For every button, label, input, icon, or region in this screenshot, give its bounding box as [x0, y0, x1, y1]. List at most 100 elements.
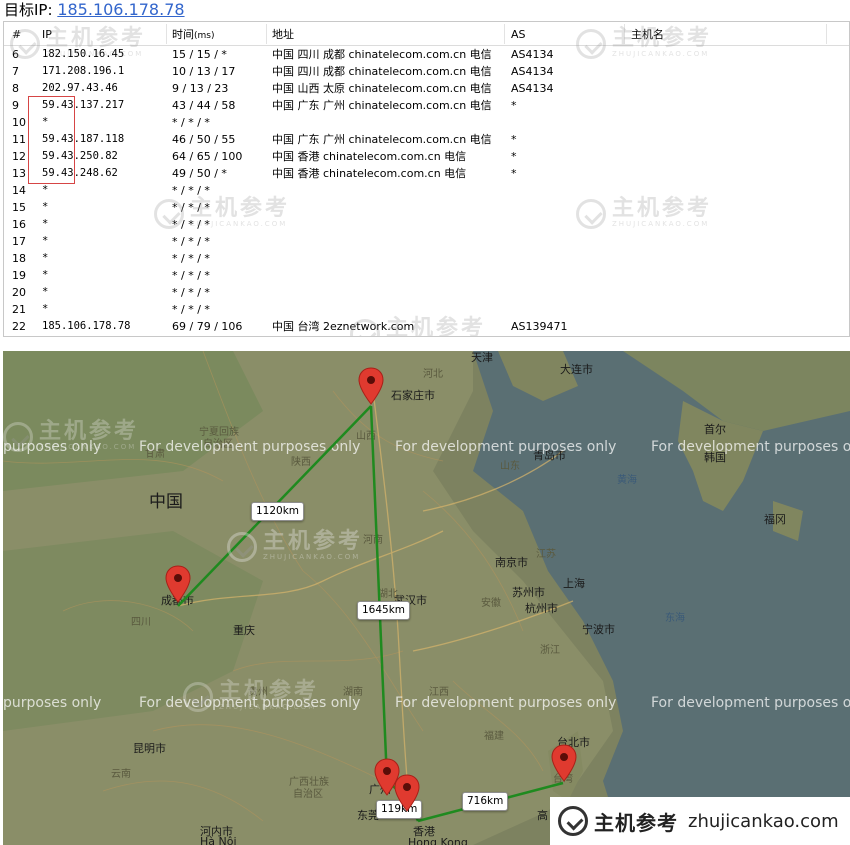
hop-ip: *: [42, 201, 49, 213]
brand-badge: 主机参考 zhujicankao.com: [550, 797, 850, 845]
table-row[interactable]: 18 * * / * / *: [4, 250, 849, 267]
table-row[interactable]: 13 59.43.248.62 49 / 50 / * 中国 香港 chinatele…: [4, 165, 849, 182]
hop-ip: 185.106.178.78: [42, 320, 131, 332]
hop-latency: * / * / *: [172, 269, 210, 282]
hop-as: AS4134: [511, 82, 554, 95]
hop-ip: 59.43.137.217: [42, 99, 125, 111]
brand-url: zhujicankao.com: [688, 810, 839, 832]
table-row[interactable]: 16 * * / * / *: [4, 216, 849, 233]
hop-ip: *: [42, 218, 49, 230]
hop-latency: 69 / 79 / 106: [172, 320, 243, 333]
hop-number: 19: [12, 269, 26, 282]
hop-ip: *: [42, 286, 49, 298]
table-row[interactable]: 7 171.208.196.1 10 / 13 / 17 中国 四川 成都 china…: [4, 63, 849, 80]
hop-number: 21: [12, 303, 26, 316]
table-row[interactable]: 11 59.43.187.118 46 / 50 / 55 中国 广东 广州 chin…: [4, 131, 849, 148]
hop-as: *: [511, 150, 517, 163]
hop-latency: * / * / *: [172, 235, 210, 248]
table-row[interactable]: 10 * * / * / *: [4, 114, 849, 131]
hop-ip: 171.208.196.1: [42, 65, 125, 77]
hop-number: 15: [12, 201, 26, 214]
hop-number: 11: [12, 133, 26, 146]
table-row[interactable]: 14 * * / * / *: [4, 182, 849, 199]
map-pin-icon[interactable]: [394, 774, 420, 812]
hop-number: 12: [12, 150, 26, 163]
hop-as: AS139471: [511, 320, 568, 333]
hop-latency: 9 / 13 / 23: [172, 82, 229, 95]
col-header-ip[interactable]: IP: [42, 27, 52, 43]
hop-ip: *: [42, 184, 49, 196]
hop-as: AS4134: [511, 65, 554, 78]
hop-latency: 10 / 13 / 17: [172, 65, 236, 78]
hop-ip: *: [42, 303, 49, 315]
col-header-num[interactable]: #: [12, 27, 21, 43]
hop-number: 20: [12, 286, 26, 299]
col-header-as[interactable]: AS: [511, 27, 526, 43]
hop-ip: *: [42, 235, 49, 247]
target-ip-label: 目标IP:: [4, 1, 53, 19]
hop-number: 13: [12, 167, 26, 180]
hop-ip: 202.97.43.46: [42, 82, 118, 94]
hop-number: 14: [12, 184, 26, 197]
hop-location: 中国 香港 chinatelecom.com.cn 电信: [272, 167, 467, 180]
hop-number: 18: [12, 252, 26, 265]
map-pin-icon[interactable]: [358, 367, 384, 405]
traceroute-table: # IP 时间(ms) 地址 AS 主机名 6 182.150.16.45 15 /…: [3, 21, 850, 337]
map-pin-icon[interactable]: [165, 565, 191, 603]
hop-location: 中国 香港 chinatelecom.com.cn 电信: [272, 150, 467, 163]
table-row[interactable]: 17 * * / * / *: [4, 233, 849, 250]
table-row[interactable]: 12 59.43.250.82 64 / 65 / 100 中国 香港 chinate…: [4, 148, 849, 165]
table-row[interactable]: 22 185.106.178.78 69 / 79 / 106 中国 台湾 2ezne…: [4, 318, 849, 335]
hop-latency: 64 / 65 / 100: [172, 150, 243, 163]
col-header-hostname[interactable]: 主机名: [631, 27, 664, 43]
hop-number: 17: [12, 235, 26, 248]
hop-latency: * / * / *: [172, 303, 210, 316]
hop-latency: * / * / *: [172, 184, 210, 197]
hop-ip: *: [42, 269, 49, 281]
hop-as: *: [511, 167, 517, 180]
hop-number: 9: [12, 99, 19, 112]
hop-latency: 15 / 15 / *: [172, 48, 227, 61]
table-row[interactable]: 20 * * / * / *: [4, 284, 849, 301]
table-row[interactable]: 8 202.97.43.46 9 / 13 / 23 中国 山西 太原 chinate…: [4, 80, 849, 97]
col-header-location[interactable]: 地址: [272, 27, 294, 43]
hop-location: 中国 广东 广州 chinatelecom.com.cn 电信: [272, 99, 492, 112]
target-ip-header: 目标IP: 185.106.178.78: [0, 0, 850, 20]
brand-logo-icon: [558, 806, 588, 836]
table-header: # IP 时间(ms) 地址 AS 主机名: [4, 22, 849, 46]
table-row[interactable]: 19 * * / * / *: [4, 267, 849, 284]
hop-latency: * / * / *: [172, 252, 210, 265]
route-map[interactable]: 天津 河北 石家庄市 大连市 首尔 韩国 宁夏回族 自治区 甘肃 陕西 山西 山…: [3, 351, 850, 845]
hop-latency: 46 / 50 / 55: [172, 133, 236, 146]
hop-ip: *: [42, 252, 49, 264]
map-pin-icon[interactable]: [551, 744, 577, 782]
hop-latency: 49 / 50 / *: [172, 167, 227, 180]
hop-latency: * / * / *: [172, 116, 210, 129]
hop-location: 中国 广东 广州 chinatelecom.com.cn 电信: [272, 133, 492, 146]
hop-number: 7: [12, 65, 19, 78]
col-header-time[interactable]: 时间(ms): [172, 27, 214, 43]
table-row[interactable]: 6 182.150.16.45 15 / 15 / * 中国 四川 成都 chinat…: [4, 46, 849, 63]
hop-number: 16: [12, 218, 26, 231]
hop-number: 10: [12, 116, 26, 129]
hop-number: 22: [12, 320, 26, 333]
hop-number: 8: [12, 82, 19, 95]
table-row[interactable]: 21 * * / * / *: [4, 301, 849, 318]
target-ip-link[interactable]: 185.106.178.78: [57, 0, 184, 19]
hop-location: 中国 台湾 2eznetwork.com: [272, 320, 415, 333]
hop-latency: * / * / *: [172, 201, 210, 214]
route-lines: [177, 405, 564, 823]
table-row[interactable]: 9 59.43.137.217 43 / 44 / 58 中国 广东 广州 china…: [4, 97, 849, 114]
hop-latency: * / * / *: [172, 218, 210, 231]
hop-latency: 43 / 44 / 58: [172, 99, 236, 112]
hop-ip: 59.43.187.118: [42, 133, 125, 145]
distance-label: 1645km: [357, 601, 411, 620]
hop-number: 6: [12, 48, 19, 61]
hop-as: *: [511, 99, 517, 112]
hop-ip: *: [42, 116, 49, 128]
hop-as: AS4134: [511, 48, 554, 61]
hop-ip: 59.43.250.82: [42, 150, 118, 162]
hop-location: 中国 四川 成都 chinatelecom.com.cn 电信: [272, 48, 492, 61]
hop-as: *: [511, 133, 517, 146]
table-row[interactable]: 15 * * / * / *: [4, 199, 849, 216]
